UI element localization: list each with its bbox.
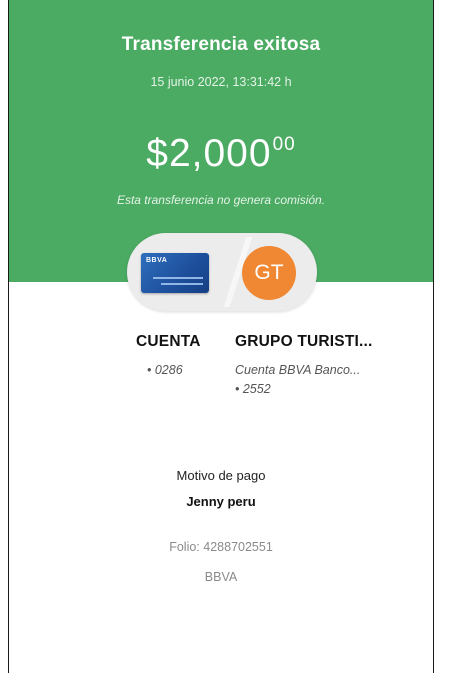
card-logo: BBVA bbox=[146, 257, 168, 264]
transfer-parties-pill: BBVA GT bbox=[127, 233, 317, 311]
amount-whole: $2,000 bbox=[146, 132, 272, 175]
payment-reason-label: Motivo de pago bbox=[176, 468, 266, 483]
origin-account-name: CUENTA bbox=[136, 333, 201, 350]
page-title: Transferencia exitosa bbox=[121, 34, 321, 55]
bank-card-icon: BBVA bbox=[141, 253, 209, 293]
amount-cents: 00 bbox=[272, 134, 296, 155]
transfer-datetime: 15 junio 2022, 13:31:42 h bbox=[150, 75, 292, 89]
folio-number: Folio: 4288702551 bbox=[169, 540, 273, 554]
recipient-avatar: GT bbox=[242, 246, 296, 300]
bank-name: BBVA bbox=[204, 570, 238, 584]
recipient-bank: Cuenta BBVA Banco... bbox=[235, 363, 361, 377]
card-stripe bbox=[161, 283, 203, 285]
transfer-amount: $2,00000 bbox=[9, 132, 433, 176]
card-stripe bbox=[153, 277, 203, 279]
phone-screen: Transferencia exitosa 15 junio 2022, 13:… bbox=[8, 0, 434, 673]
origin-account-number: • 0286 bbox=[147, 363, 183, 377]
fee-note: Esta transferencia no genera comisión. bbox=[116, 193, 326, 207]
payment-reason-value: Jenny peru bbox=[186, 494, 256, 509]
recipient-account-number: • 2552 bbox=[235, 382, 271, 396]
recipient-name: GRUPO TURISTI... bbox=[235, 333, 373, 350]
